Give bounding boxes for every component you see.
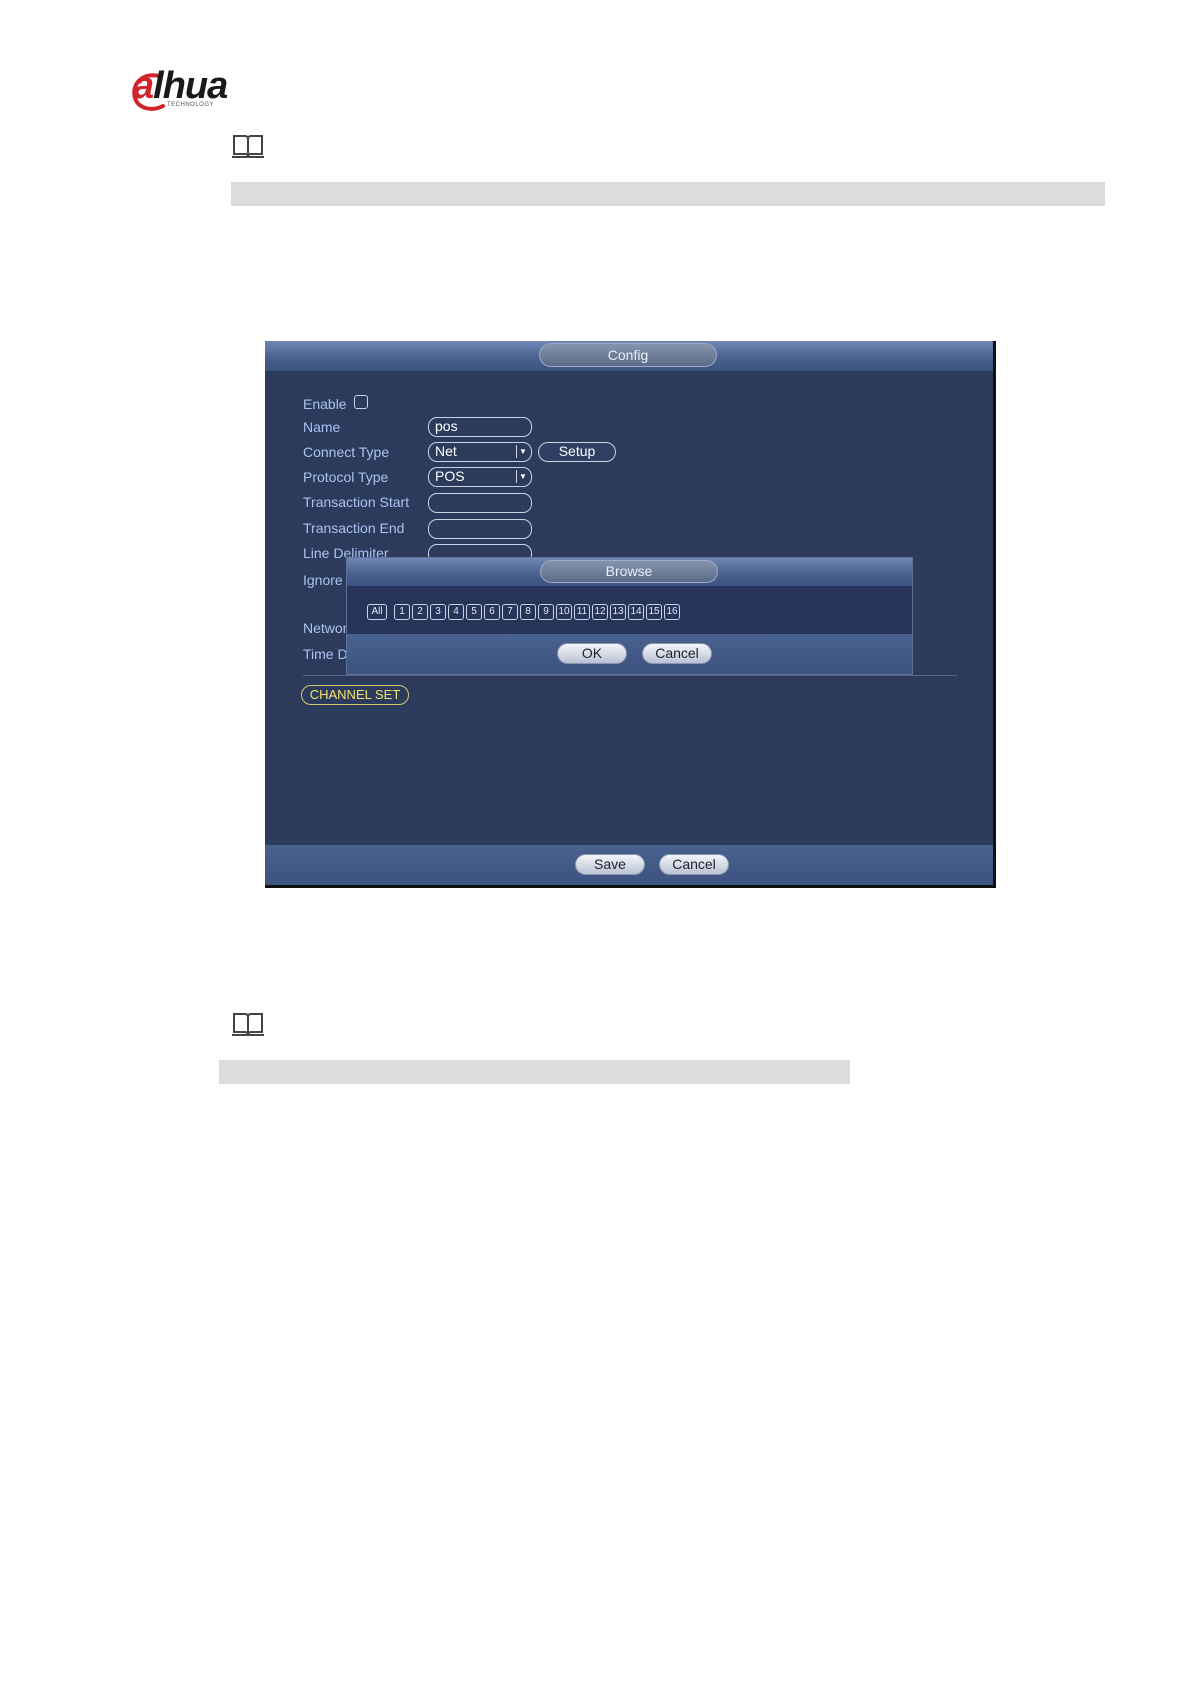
- channel-checkbox[interactable]: 10: [556, 604, 572, 620]
- window-title: Config: [539, 343, 717, 367]
- channel-checkbox[interactable]: 15: [646, 604, 662, 620]
- ok-button[interactable]: OK: [557, 643, 627, 664]
- ignore-label: Ignore: [303, 572, 343, 588]
- channel-checkbox[interactable]: 5: [466, 604, 482, 620]
- enable-label: Enable: [303, 396, 347, 412]
- channel-checkbox[interactable]: 16: [664, 604, 680, 620]
- book-note-icon: [232, 135, 264, 158]
- channel-checkbox[interactable]: 9: [538, 604, 554, 620]
- channel-checkbox[interactable]: 8: [520, 604, 536, 620]
- channel-checkbox[interactable]: 3: [430, 604, 446, 620]
- name-label: Name: [303, 419, 341, 435]
- cancel-button[interactable]: Cancel: [659, 854, 729, 875]
- browse-titlebar: Browse: [347, 558, 912, 586]
- network-label: Networ: [303, 620, 348, 636]
- connect-type-select[interactable]: Net ▼: [428, 442, 532, 462]
- logo-letter-a: a: [133, 65, 154, 107]
- note-bar: [219, 1060, 850, 1084]
- transaction-start-input[interactable]: [428, 493, 532, 513]
- protocol-type-label: Protocol Type: [303, 469, 389, 485]
- setup-button[interactable]: Setup: [538, 442, 616, 462]
- channel-checkbox[interactable]: 1: [394, 604, 410, 620]
- chevron-down-icon[interactable]: ▼: [516, 470, 529, 483]
- logo-wordmark: lhua: [153, 65, 228, 107]
- connect-type-label: Connect Type: [303, 444, 390, 460]
- enable-checkbox[interactable]: [354, 395, 368, 409]
- dahua-logo: alhua TECHNOLOGY: [132, 64, 273, 112]
- dvr-config-window: Config Enable Name pos Connect Type Net …: [265, 341, 996, 888]
- channel-checkbox[interactable]: 11: [574, 604, 590, 620]
- time-label: Time D: [303, 646, 348, 662]
- logo-tagline: TECHNOLOGY: [167, 102, 215, 108]
- connect-type-value: Net: [435, 443, 457, 459]
- channel-checkbox[interactable]: 13: [610, 604, 626, 620]
- channel-checkbox[interactable]: 2: [412, 604, 428, 620]
- browse-cancel-button[interactable]: Cancel: [642, 643, 712, 664]
- save-button[interactable]: Save: [575, 854, 645, 875]
- protocol-type-value: POS: [435, 468, 465, 484]
- browse-footer: OK Cancel: [347, 634, 912, 674]
- section-divider: [303, 675, 957, 676]
- book-note-icon: [232, 1013, 264, 1036]
- window-footer: Save Cancel: [265, 845, 993, 885]
- note-bar: [231, 182, 1105, 206]
- protocol-type-select[interactable]: POS ▼: [428, 467, 532, 487]
- channel-checkbox[interactable]: 12: [592, 604, 608, 620]
- browse-title: Browse: [540, 560, 718, 583]
- channel-checkbox[interactable]: 4: [448, 604, 464, 620]
- name-input[interactable]: pos: [428, 417, 532, 437]
- transaction-end-label: Transaction End: [303, 520, 405, 536]
- channel-checkbox[interactable]: 6: [484, 604, 500, 620]
- channel-checkbox[interactable]: 14: [628, 604, 644, 620]
- channel-checkbox[interactable]: 7: [502, 604, 518, 620]
- browse-dialog: Browse All 1 2 3 4 5 6 7 8 9 10 11 12 13 14 15 16 OK Ca…: [346, 557, 913, 675]
- transaction-end-input[interactable]: [428, 519, 532, 539]
- chevron-down-icon[interactable]: ▼: [516, 445, 529, 458]
- transaction-start-label: Transaction Start: [303, 494, 410, 510]
- channel-set-button[interactable]: CHANNEL SET: [301, 685, 409, 705]
- channel-all-checkbox[interactable]: All: [367, 604, 387, 620]
- window-titlebar: Config: [265, 341, 993, 371]
